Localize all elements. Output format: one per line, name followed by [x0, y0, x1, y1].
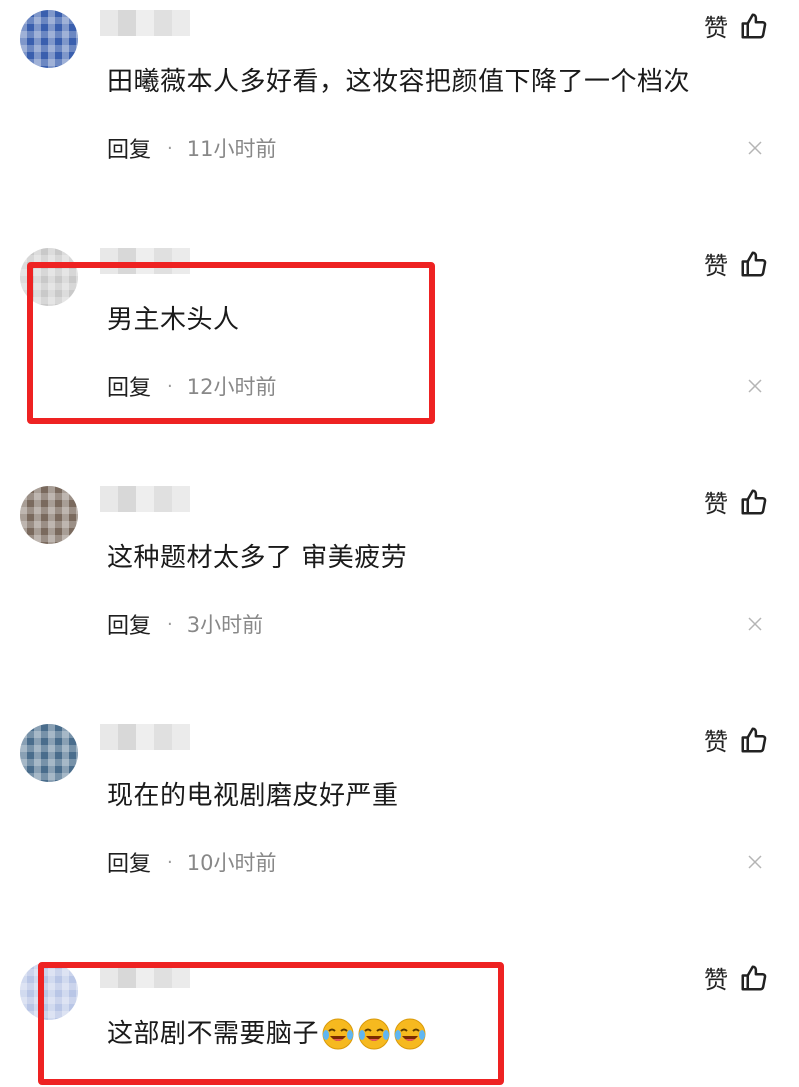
- username-blurred[interactable]: [100, 962, 190, 988]
- comment-item: 赞 这种题材太多了 审美疲劳 回复 · 3小时前: [0, 476, 799, 706]
- avatar[interactable]: [20, 10, 78, 68]
- laugh-cry-emoji: [394, 1018, 426, 1050]
- thumbs-up-icon: [741, 727, 767, 752]
- like-button[interactable]: 赞: [704, 484, 769, 519]
- like-label: 赞: [704, 252, 729, 280]
- comment-meta: 回复 · 12小时前: [107, 370, 276, 402]
- comment-meta: 回复 · 10小时前: [107, 846, 276, 878]
- laugh-cry-emoji: [322, 1018, 354, 1050]
- close-icon[interactable]: [747, 616, 763, 632]
- reply-button[interactable]: 回复: [107, 370, 151, 402]
- like-label: 赞: [704, 728, 729, 756]
- reply-button[interactable]: 回复: [107, 846, 151, 878]
- comment-item: 赞 这部剧不需要脑子: [0, 952, 799, 1087]
- comment-text: 现在的电视剧磨皮好严重: [107, 781, 399, 811]
- like-label: 赞: [704, 490, 729, 518]
- comment-item: 赞 现在的电视剧磨皮好严重 回复 · 10小时前: [0, 714, 799, 944]
- username-blurred[interactable]: [100, 248, 190, 274]
- comment-text: 男主木头人: [107, 305, 240, 335]
- comment-text: 田曦薇本人多好看，这妆容把颜值下降了一个档次: [107, 67, 691, 97]
- close-icon[interactable]: [747, 854, 763, 870]
- close-icon[interactable]: [747, 378, 763, 394]
- thumbs-up-icon: [741, 489, 767, 514]
- reply-button[interactable]: 回复: [107, 132, 151, 164]
- comment-text-row: 这部剧不需要脑子: [107, 1014, 427, 1054]
- reply-button[interactable]: 回复: [107, 608, 151, 640]
- meta-separator: ·: [167, 375, 173, 397]
- avatar[interactable]: [20, 486, 78, 544]
- avatar[interactable]: [20, 962, 78, 1020]
- username-blurred[interactable]: [100, 724, 190, 750]
- thumbs-up-icon: [741, 13, 767, 38]
- like-button[interactable]: 赞: [704, 722, 769, 757]
- meta-separator: ·: [167, 137, 173, 159]
- avatar[interactable]: [20, 248, 78, 306]
- like-label: 赞: [704, 966, 729, 994]
- meta-separator: ·: [167, 613, 173, 635]
- comment-item: 赞 田曦薇本人多好看，这妆容把颜值下降了一个档次 回复 · 11小时前: [0, 0, 799, 230]
- avatar[interactable]: [20, 724, 78, 782]
- meta-separator: ·: [167, 851, 173, 873]
- comment-time: 10小时前: [186, 851, 277, 875]
- comment-time: 12小时前: [186, 375, 277, 399]
- comment-meta: 回复 · 3小时前: [107, 608, 263, 640]
- close-icon[interactable]: [747, 140, 763, 156]
- thumbs-up-icon: [741, 965, 767, 990]
- laugh-cry-emoji: [358, 1018, 390, 1050]
- comment-text: 这部剧不需要脑子: [107, 1019, 320, 1049]
- comment-item: 赞 男主木头人 回复 · 12小时前: [0, 238, 799, 468]
- like-button[interactable]: 赞: [704, 960, 769, 995]
- comment-text: 这种题材太多了 审美疲劳: [107, 543, 408, 573]
- username-blurred[interactable]: [100, 486, 190, 512]
- thumbs-up-icon: [741, 251, 767, 276]
- like-button[interactable]: 赞: [704, 8, 769, 43]
- comment-meta: 回复 · 11小时前: [107, 132, 276, 164]
- like-button[interactable]: 赞: [704, 246, 769, 281]
- username-blurred[interactable]: [100, 10, 190, 36]
- comment-time: 11小时前: [186, 137, 277, 161]
- comment-time: 3小时前: [186, 613, 264, 637]
- like-label: 赞: [704, 14, 729, 42]
